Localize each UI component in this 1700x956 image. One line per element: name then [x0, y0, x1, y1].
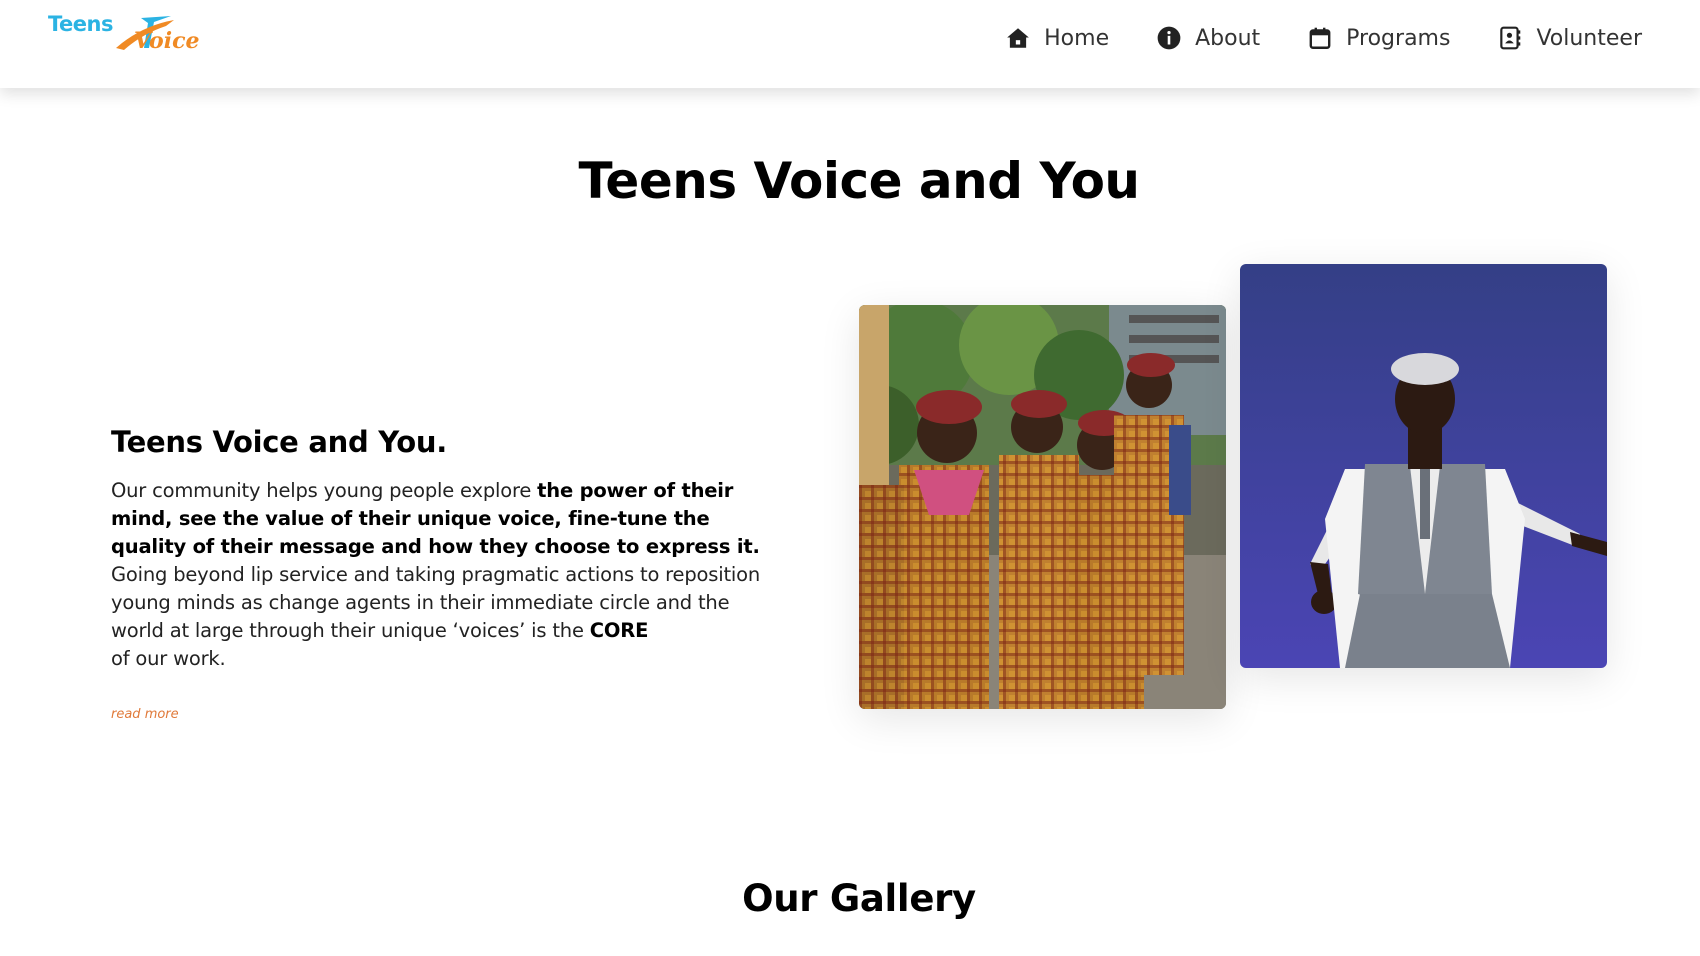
main-nav: Home About Programs Volunteer [1005, 0, 1642, 76]
intro-paragraph: Our community helps young people explore… [111, 477, 781, 673]
nav-about-label: About [1195, 25, 1261, 51]
nav-about[interactable]: About [1156, 25, 1260, 51]
calendar-icon [1307, 25, 1333, 51]
read-more-link[interactable]: read more [111, 707, 179, 722]
speaker-photo [1240, 264, 1607, 668]
students-photo [859, 305, 1226, 709]
nav-volunteer[interactable]: Volunteer [1497, 25, 1642, 51]
nav-programs-label: Programs [1346, 25, 1451, 51]
intro-text-2: Going beyond lip service and taking prag… [111, 563, 760, 642]
home-icon [1005, 25, 1031, 51]
page-title: Teens Voice and You [578, 152, 1140, 210]
intro-section: Teens Voice and You. Our community helps… [111, 425, 781, 673]
nav-home-label: Home [1044, 25, 1110, 51]
intro-text-3: of our work. [111, 647, 226, 670]
nav-volunteer-label: Volunteer [1536, 25, 1642, 51]
logo-text-voice: Voice [134, 28, 200, 54]
site-logo[interactable]: Teens Voice [46, 8, 200, 60]
logo-text-teens: Teens [48, 12, 113, 36]
contact-book-icon [1497, 25, 1523, 51]
gallery-title: Our Gallery [742, 877, 976, 920]
intro-bold-core: CORE [589, 619, 649, 642]
intro-text-1: Our community helps young people explore [111, 479, 538, 502]
info-icon [1156, 25, 1182, 51]
nav-home[interactable]: Home [1005, 25, 1109, 51]
site-header: Teens Voice Home About Programs Voluntee… [0, 0, 1700, 88]
nav-programs[interactable]: Programs [1307, 25, 1450, 51]
intro-heading: Teens Voice and You. [111, 425, 447, 459]
